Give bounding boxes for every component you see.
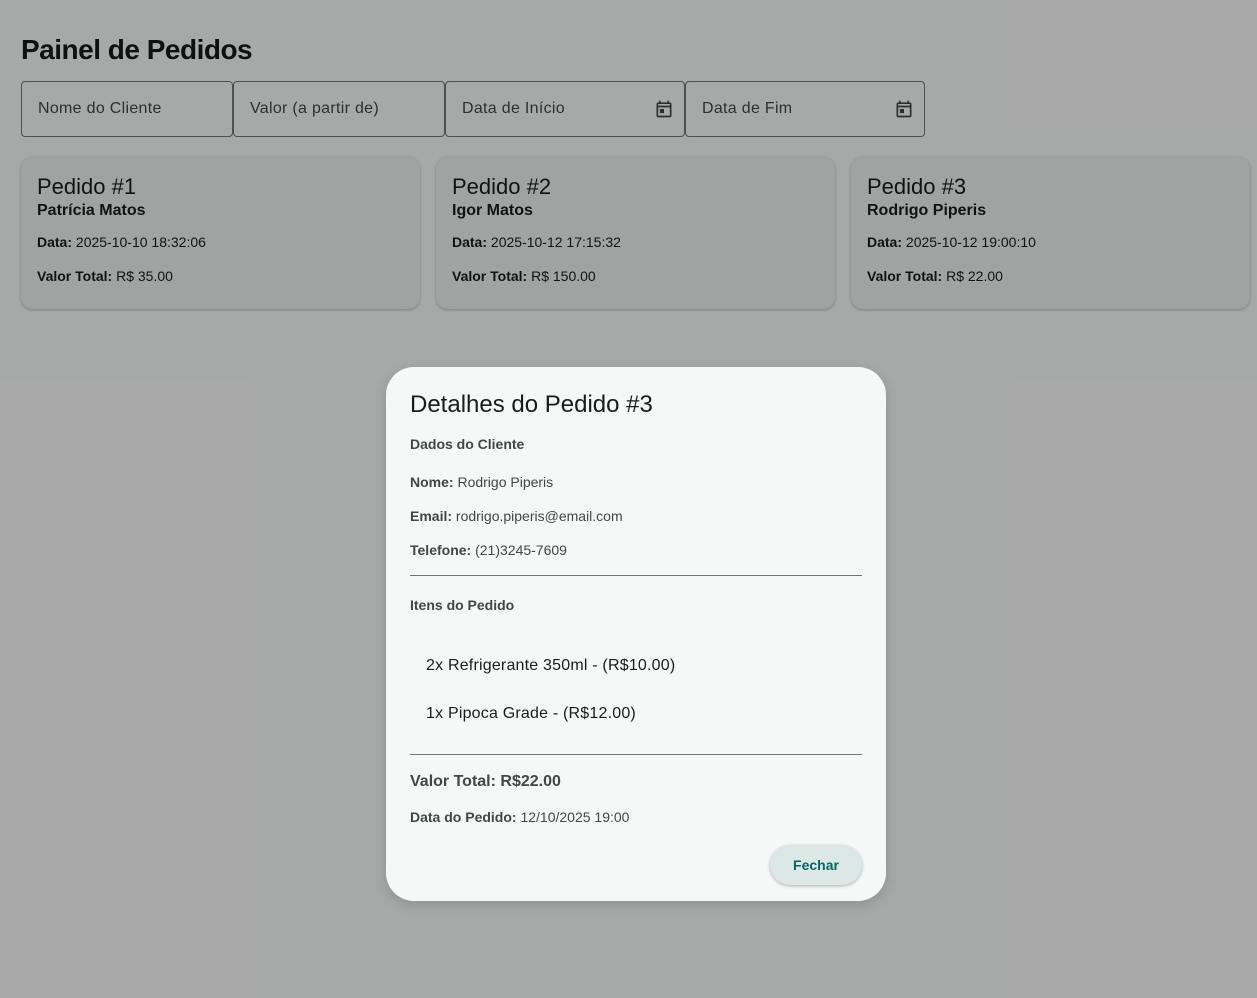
divider xyxy=(410,575,862,576)
order-details-dialog: Detalhes do Pedido #3 Dados do Cliente N… xyxy=(386,367,886,901)
order-item: 2x Refrigerante 350ml - (R$10.00) xyxy=(426,657,676,674)
divider xyxy=(410,754,862,755)
client-section-heading: Dados do Cliente xyxy=(410,436,525,452)
close-button[interactable]: Fechar xyxy=(770,845,862,885)
client-email: Email: rodrigo.piperis@email.com xyxy=(410,508,623,524)
order-total: Valor Total: R$22.00 xyxy=(410,773,561,790)
order-date: Data do Pedido: 12/10/2025 19:00 xyxy=(410,809,630,825)
client-phone: Telefone: (21)3245-7609 xyxy=(410,542,567,558)
client-name: Nome: Rodrigo Piperis xyxy=(410,474,554,490)
dialog-title: Detalhes do Pedido #3 xyxy=(410,391,653,418)
items-section-heading: Itens do Pedido xyxy=(410,597,515,613)
order-item: 1x Pipoca Grade - (R$12.00) xyxy=(426,705,636,722)
